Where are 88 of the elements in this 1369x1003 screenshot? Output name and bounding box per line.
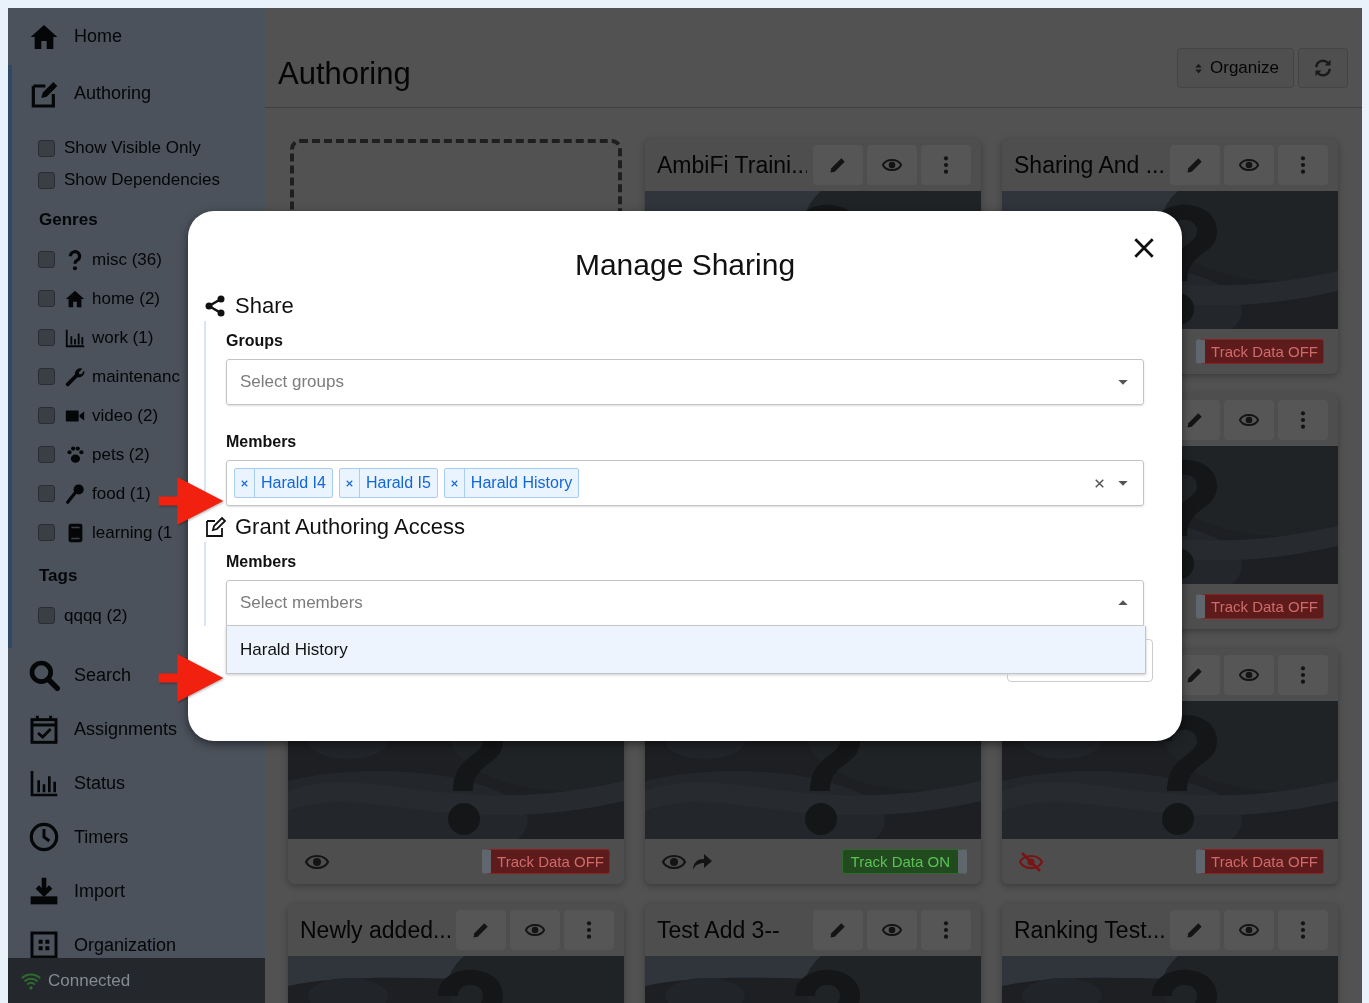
nav-item[interactable]: Organization (8, 918, 265, 958)
checkbox[interactable] (38, 139, 55, 157)
more-button[interactable] (564, 910, 614, 950)
connection-status: Connected (48, 970, 131, 991)
checkbox[interactable] (38, 329, 55, 346)
checkbox[interactable] (38, 446, 55, 463)
checkbox[interactable] (38, 171, 55, 189)
key-icon (64, 482, 86, 505)
tag-label: Harald History (469, 473, 574, 493)
field-label: Groups (226, 331, 284, 351)
more-button[interactable] (921, 910, 971, 950)
group-heading: Tags (38, 565, 79, 587)
preview-button[interactable] (1224, 145, 1274, 185)
nav-item[interactable]: Home (8, 8, 265, 65)
calendar-check-icon (28, 713, 60, 745)
nav-item[interactable]: Status (8, 756, 265, 810)
refresh-icon (1313, 58, 1333, 78)
checkbox[interactable] (38, 607, 55, 624)
select-field[interactable]: Harald I4 Harald I5 Harald History (226, 460, 1144, 506)
filter-label[interactable]: video (2) (92, 405, 159, 426)
track-data-toggle[interactable]: Track Data OFF (1196, 339, 1324, 364)
track-data-toggle[interactable]: Track Data OFF (482, 849, 610, 874)
filter-label[interactable]: food (1) (92, 483, 151, 504)
pencil-icon (1185, 155, 1205, 175)
checkbox[interactable] (38, 407, 55, 424)
preview-button[interactable] (867, 145, 917, 185)
filter-label[interactable]: Show Dependencies (64, 170, 220, 190)
group-heading: Genres (38, 209, 99, 231)
nav-item[interactable]: Authoring (12, 65, 265, 122)
filter-label[interactable]: home (2) (92, 288, 161, 309)
dropdown-option[interactable]: Harald History (227, 626, 1145, 673)
more-button[interactable] (1278, 145, 1328, 185)
organize-button[interactable]: Organize (1177, 48, 1294, 88)
nav-item[interactable]: Timers (8, 810, 265, 864)
placeholder: Select groups (239, 372, 344, 392)
checkbox[interactable] (38, 251, 55, 268)
section-heading: Grant Authoring Access (235, 514, 465, 540)
preview-button[interactable] (1224, 910, 1274, 950)
more-button[interactable] (1278, 400, 1328, 440)
select-field[interactable]: Select groups (226, 359, 1144, 405)
section-heading: Share (235, 293, 294, 319)
preview-button[interactable] (510, 910, 560, 950)
more-button[interactable] (1278, 655, 1328, 695)
card-title[interactable]: Test Add 3-- (657, 916, 807, 944)
dialog-title: Manage Sharing (573, 247, 797, 283)
more-button[interactable] (921, 145, 971, 185)
share-icon (203, 294, 227, 318)
checkbox[interactable] (38, 290, 55, 307)
wrench-icon (64, 365, 86, 388)
more-button[interactable] (1278, 910, 1328, 950)
filter-label[interactable]: misc (36) (92, 249, 162, 270)
pencil-icon (1185, 410, 1205, 430)
filter-label[interactable]: pets (2) (92, 444, 150, 465)
filter-label[interactable]: Show Visible Only (64, 138, 201, 158)
filter-label[interactable]: work (1) (92, 327, 154, 348)
track-data-toggle[interactable]: Track Data OFF (1196, 594, 1324, 619)
checkbox[interactable] (38, 524, 55, 541)
pencil-icon (828, 155, 848, 175)
select-field[interactable]: Select members (226, 580, 1144, 626)
tag-label: Harald I4 (260, 473, 327, 493)
filter-label[interactable]: qqqq (2) (64, 605, 128, 626)
pencil-icon (1185, 665, 1205, 685)
card-title[interactable]: Sharing And ... (1014, 151, 1164, 179)
pencil-icon (471, 920, 491, 940)
page-title: Authoring (278, 56, 411, 92)
nav-item[interactable]: Import (8, 864, 265, 918)
clock-icon (28, 821, 60, 853)
filter-label[interactable]: maintenanc (92, 366, 180, 387)
filter-label[interactable]: learning (1 (92, 522, 173, 543)
track-data-toggle[interactable]: Track Data ON (841, 849, 967, 874)
checkbox[interactable] (38, 485, 55, 502)
card-title[interactable]: Newly added... (300, 916, 450, 944)
pencil-icon (828, 920, 848, 940)
edit-icon (203, 515, 227, 539)
preview-button[interactable] (867, 910, 917, 950)
tag-label: Harald I5 (364, 473, 432, 493)
card-title[interactable]: Ranking Test... (1014, 916, 1164, 944)
nav-item[interactable]: Assignments (8, 702, 265, 756)
checkbox[interactable] (38, 368, 55, 385)
grid-icon (28, 929, 60, 958)
placeholder: Select members (239, 593, 363, 613)
pencil-icon (1185, 920, 1205, 940)
field-label: Members (226, 432, 298, 452)
download-icon (28, 875, 60, 907)
field-label: Members (226, 552, 298, 572)
track-data-toggle[interactable]: Track Data OFF (1196, 849, 1324, 874)
refresh-button[interactable] (1298, 48, 1348, 88)
search-icon (28, 659, 60, 691)
